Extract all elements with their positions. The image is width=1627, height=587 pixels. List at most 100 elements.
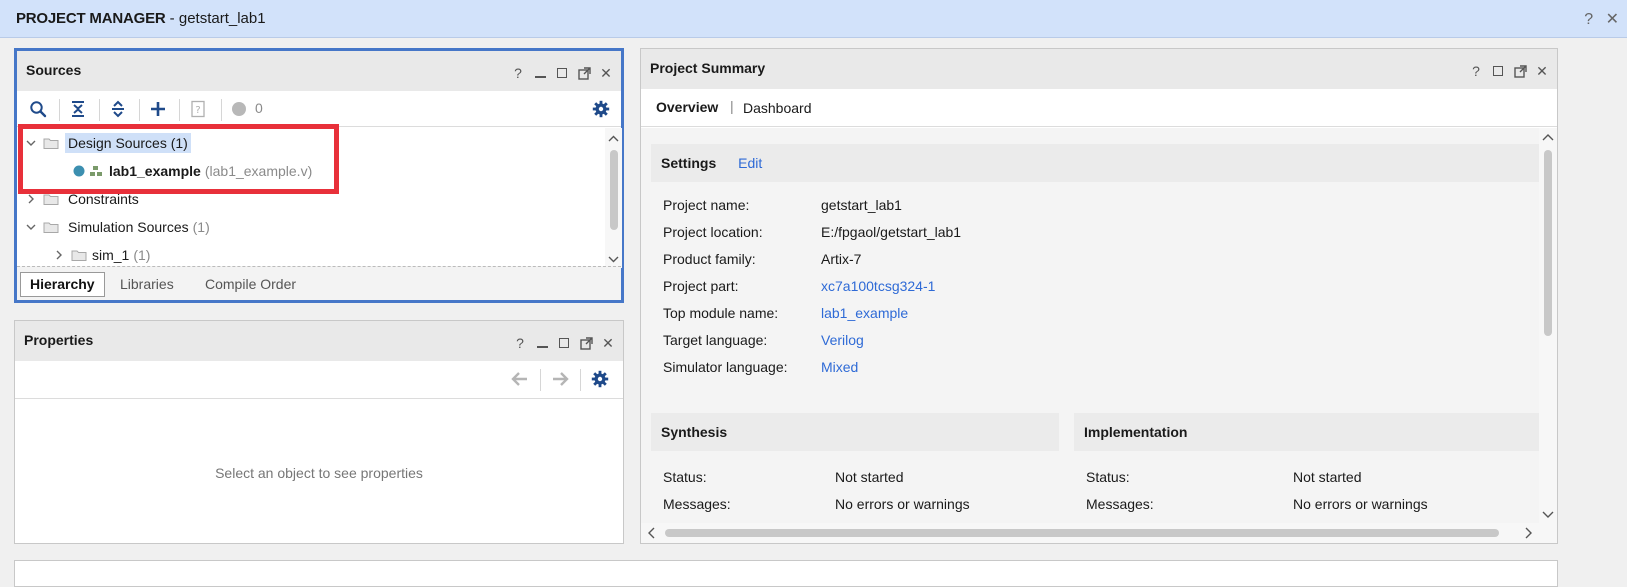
top-module-link[interactable]: lab1_example — [821, 305, 908, 321]
scroll-right-icon[interactable] — [1521, 524, 1535, 542]
float-icon[interactable] — [579, 336, 593, 350]
scroll-down-icon[interactable] — [1539, 507, 1557, 521]
float-icon[interactable] — [1513, 64, 1527, 78]
summary-horizontal-scrollbar[interactable] — [641, 523, 1557, 543]
search-icon[interactable] — [27, 99, 49, 119]
folder-icon — [71, 250, 87, 261]
tab-dashboard[interactable]: Dashboard — [743, 100, 812, 116]
close-icon[interactable]: ✕ — [599, 65, 613, 81]
project-location-label: Project location: — [663, 224, 763, 240]
toolbar-separator — [99, 99, 100, 121]
gear-icon[interactable] — [589, 369, 611, 389]
toolbar-separator — [221, 99, 222, 121]
simulator-language-link[interactable]: Mixed — [821, 359, 858, 375]
window-controls: ? ✕ — [1576, 9, 1619, 29]
implementation-messages-value: No errors or warnings — [1293, 496, 1428, 512]
close-icon[interactable]: ✕ — [1606, 11, 1619, 28]
tree-count: (1) — [192, 219, 210, 235]
synthesis-messages-value: No errors or warnings — [835, 496, 970, 512]
product-family-value: Artix-7 — [821, 251, 862, 267]
tree-row-simulation-sources[interactable]: Simulation Sources (1) — [25, 214, 210, 240]
minimize-icon[interactable] — [533, 66, 547, 80]
unsaved-count: 0 — [255, 100, 263, 116]
target-language-link[interactable]: Verilog — [821, 332, 864, 348]
float-icon[interactable] — [577, 66, 591, 80]
highlight-box — [18, 124, 339, 194]
scroll-left-icon[interactable] — [645, 524, 659, 542]
scroll-down-icon[interactable] — [605, 252, 622, 266]
tab-overview[interactable]: Overview — [656, 99, 718, 115]
forward-arrow-icon[interactable] — [549, 369, 571, 389]
tab-compile-order[interactable]: Compile Order — [195, 272, 306, 297]
properties-panel: Properties ? ✕ Select an object to see p… — [14, 320, 624, 544]
simulator-language-label: Simulator language: — [663, 359, 788, 375]
properties-toolbar — [15, 361, 623, 399]
project-part-label: Project part: — [663, 278, 739, 294]
product-family-label: Product family: — [663, 251, 756, 267]
settings-section-header: Settings Edit — [651, 144, 1539, 182]
tree-label: sim_1 — [92, 247, 130, 263]
back-arrow-icon[interactable] — [509, 369, 531, 389]
title-separator: - — [165, 10, 179, 27]
file-info-icon[interactable]: ? — [187, 99, 209, 119]
close-icon[interactable]: ✕ — [1535, 63, 1549, 79]
synthesis-messages-label: Messages: — [663, 496, 731, 512]
implementation-messages-label: Messages: — [1086, 496, 1154, 512]
close-icon[interactable]: ✕ — [601, 335, 615, 351]
help-icon[interactable]: ? — [1584, 11, 1593, 28]
implementation-status-value: Not started — [1293, 469, 1362, 485]
chevron-down-icon[interactable] — [25, 221, 37, 233]
maximize-icon[interactable] — [1491, 64, 1505, 78]
help-icon[interactable]: ? — [1469, 63, 1483, 79]
top-module-label: Top module name: — [663, 305, 779, 321]
help-icon[interactable]: ? — [513, 335, 527, 351]
project-name-value: getstart_lab1 — [821, 197, 902, 213]
scroll-up-icon[interactable] — [1539, 131, 1557, 145]
tree-scrollbar[interactable] — [605, 128, 622, 268]
tab-libraries[interactable]: Libraries — [110, 272, 184, 297]
maximize-icon[interactable] — [557, 336, 571, 350]
bottom-panel-edge — [14, 560, 1558, 587]
properties-panel-header: Properties ? ✕ — [15, 321, 623, 361]
toolbar-separator — [59, 99, 60, 121]
project-location-value: E:/fpgaol/getstart_lab1 — [821, 224, 962, 240]
project-part-link[interactable]: xc7a100tcsg324-1 — [821, 278, 935, 294]
chevron-right-icon[interactable] — [53, 249, 65, 261]
gear-icon[interactable] — [590, 99, 612, 119]
help-icon[interactable]: ? — [511, 65, 525, 81]
chevron-right-icon[interactable] — [25, 193, 37, 205]
implementation-section-header: Implementation — [1074, 413, 1539, 451]
toolbar-separator — [540, 369, 541, 391]
window-title: PROJECT MANAGER - getstart_lab1 — [16, 10, 266, 27]
settings-edit-link[interactable]: Edit — [738, 155, 762, 171]
properties-empty-message: Select an object to see properties — [215, 465, 423, 481]
toolbar-separator — [179, 99, 180, 121]
status-dot-icon — [228, 99, 250, 119]
scroll-thumb[interactable] — [665, 529, 1499, 537]
sources-tabs: Hierarchy Libraries Compile Order — [17, 266, 621, 300]
tab-hierarchy[interactable]: Hierarchy — [20, 272, 105, 297]
add-sources-icon[interactable] — [147, 99, 169, 119]
project-summary-controls: ? ✕ — [1469, 63, 1549, 80]
scroll-up-icon[interactable] — [605, 132, 622, 146]
tab-separator: | — [730, 98, 734, 114]
tree-label: Simulation Sources — [68, 219, 189, 235]
settings-title: Settings — [661, 155, 717, 171]
maximize-icon[interactable] — [555, 66, 569, 80]
expand-all-icon[interactable] — [107, 99, 129, 119]
collapse-all-icon[interactable] — [67, 99, 89, 119]
summary-tabs: Overview | Dashboard — [641, 89, 1557, 127]
project-manager-title-bar: PROJECT MANAGER - getstart_lab1 ? ✕ — [0, 0, 1627, 38]
project-name-title: getstart_lab1 — [178, 10, 266, 27]
minimize-icon[interactable] — [535, 336, 549, 350]
toolbar-separator — [139, 99, 140, 121]
target-language-label: Target language: — [663, 332, 768, 348]
summary-vertical-scrollbar[interactable] — [1539, 128, 1557, 523]
svg-text:?: ? — [195, 105, 200, 116]
implementation-status-label: Status: — [1086, 469, 1130, 485]
tree-row-sim-1[interactable]: sim_1 (1) — [53, 242, 150, 268]
scroll-thumb[interactable] — [610, 150, 618, 230]
toolbar-separator — [580, 369, 581, 391]
sources-panel: Sources ? ✕ ? 0 Design Sources (1) lab1_… — [14, 48, 624, 303]
scroll-thumb[interactable] — [1544, 150, 1552, 336]
